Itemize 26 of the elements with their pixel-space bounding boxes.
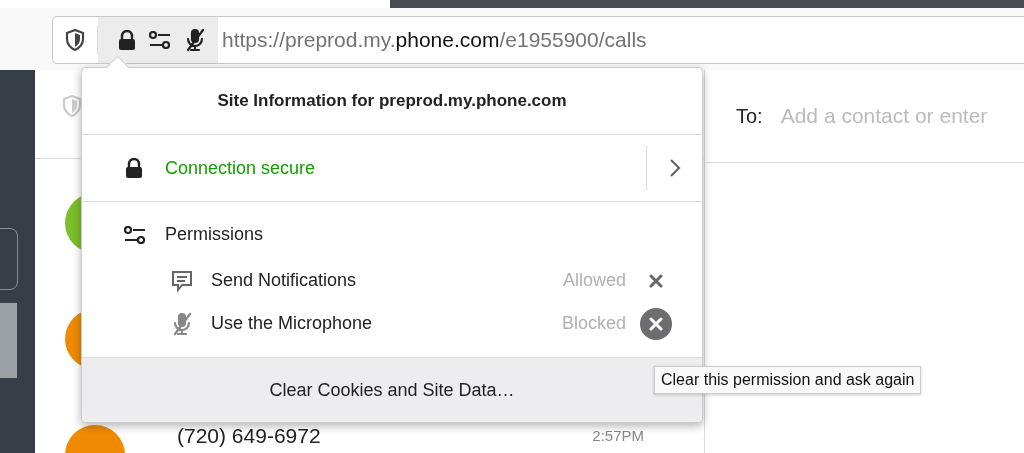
close-icon (649, 273, 663, 288)
section-heading: Permissions (165, 224, 264, 245)
call-time: 2:57PM (592, 427, 644, 444)
clear-permission-button[interactable] (640, 307, 672, 340)
lock-icon (125, 158, 143, 178)
panel-title: Site Information for preprod.my.phone.com (217, 91, 567, 111)
permission-label: Use the Microphone (211, 313, 374, 334)
lock-icon (118, 30, 136, 50)
notification-icon (170, 268, 194, 293)
tracking-protection-icon (65, 29, 85, 51)
address-bar[interactable]: https://preprod.my.phone.com/e1955900/calls (52, 16, 1024, 64)
close-icon (649, 316, 663, 331)
chevron-icon (668, 158, 681, 178)
site-identity-button[interactable] (98, 17, 218, 63)
permission-status: Allowed (562, 270, 626, 291)
to-label: To: (736, 104, 763, 128)
permission-status: Blocked (561, 313, 626, 334)
tooltip: Clear this permission and ask again (654, 366, 922, 394)
microphone-muted-icon (171, 311, 193, 336)
permissions-icon (148, 31, 172, 49)
permissions-icon (123, 225, 147, 244)
permission-label: Send Notifications (211, 270, 358, 291)
url-text[interactable]: https://preprod.my.phone.com/e1955900/calls (222, 28, 647, 52)
connection-status[interactable]: Connection secure (165, 157, 316, 179)
microphone-muted-icon (184, 28, 206, 52)
phone-number: (720) 649-6972 (177, 425, 322, 446)
